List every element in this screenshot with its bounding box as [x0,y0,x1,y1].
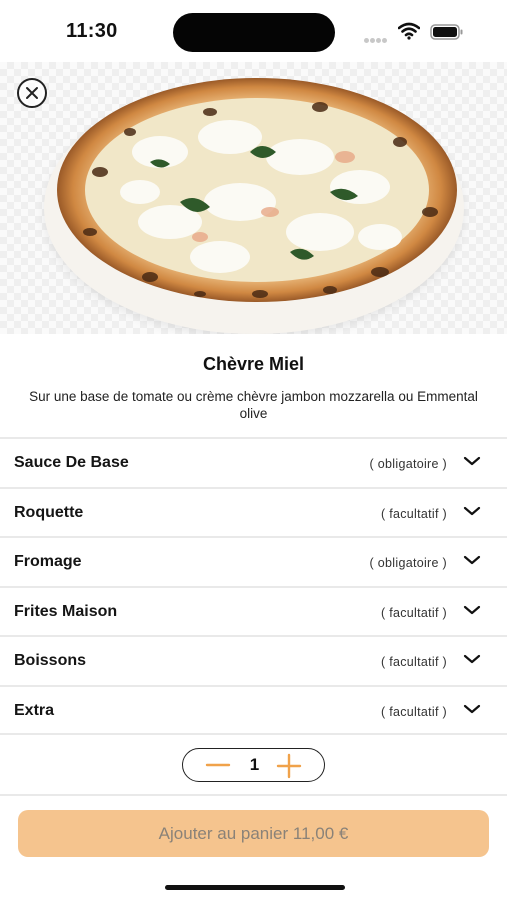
option-name: Sauce De Base [14,454,129,471]
product-title: Chèvre Miel [202,354,305,374]
option-roquette[interactable]: Roquette ( facultatif ) [0,486,507,537]
signal-icon [364,30,392,43]
option-requirement: ( obligatoire ) [369,457,447,471]
option-fromage[interactable]: Fromage ( obligatoire ) [0,536,507,586]
option-extra[interactable]: Extra ( facultatif ) [0,684,507,735]
option-requirement: ( obligatoire ) [369,556,447,571]
option-boissons[interactable]: Boissons ( facultatif ) [0,635,507,685]
status-bar: 11:30 [0,0,507,62]
option-name: Frites Maison [14,602,118,620]
option-name: Fromage [14,553,82,571]
pizza-illustration [57,78,457,302]
add-to-cart-button[interactable]: Ajouter au panier 11,00 € [18,810,489,857]
home-indicator[interactable] [165,885,345,890]
option-frites-maison[interactable]: Frites Maison ( facultatif ) [0,585,507,636]
wifi-icon [398,22,420,40]
close-button[interactable] [17,78,47,108]
close-icon [26,87,38,99]
option-requirement: ( facultatif ) [380,655,447,670]
increase-button[interactable] [276,753,302,779]
status-time: 11:30 [66,20,118,42]
option-requirement: ( facultatif ) [380,605,447,620]
option-requirement: ( facultatif ) [380,506,447,521]
chevron-down-icon [463,605,481,614]
options-list: Sauce De Base ( obligatoire ) Roquette (… [0,437,507,735]
divider [0,794,507,796]
option-name: Boissons [14,652,87,670]
chevron-down-icon [463,655,481,664]
chevron-down-icon [463,456,481,466]
product-description: Sur une base de tomate ou crème chèvre j… [29,389,478,421]
product-image [0,62,507,334]
option-name: Extra [14,701,55,719]
option-requirement: ( facultatif ) [380,704,447,719]
decrease-button[interactable] [205,755,231,775]
chevron-down-icon [463,704,481,714]
add-to-cart-label: Ajouter au panier 11,00 € [158,823,349,843]
quantity-stepper: 1 [182,748,325,782]
chevron-down-icon [463,506,481,515]
chevron-down-icon [463,556,481,565]
option-sauce-de-base[interactable]: Sauce De Base ( obligatoire ) [0,437,507,487]
plus-icon [276,753,302,779]
option-name: Roquette [14,503,84,521]
dynamic-island [173,13,335,52]
battery-icon [430,24,463,40]
